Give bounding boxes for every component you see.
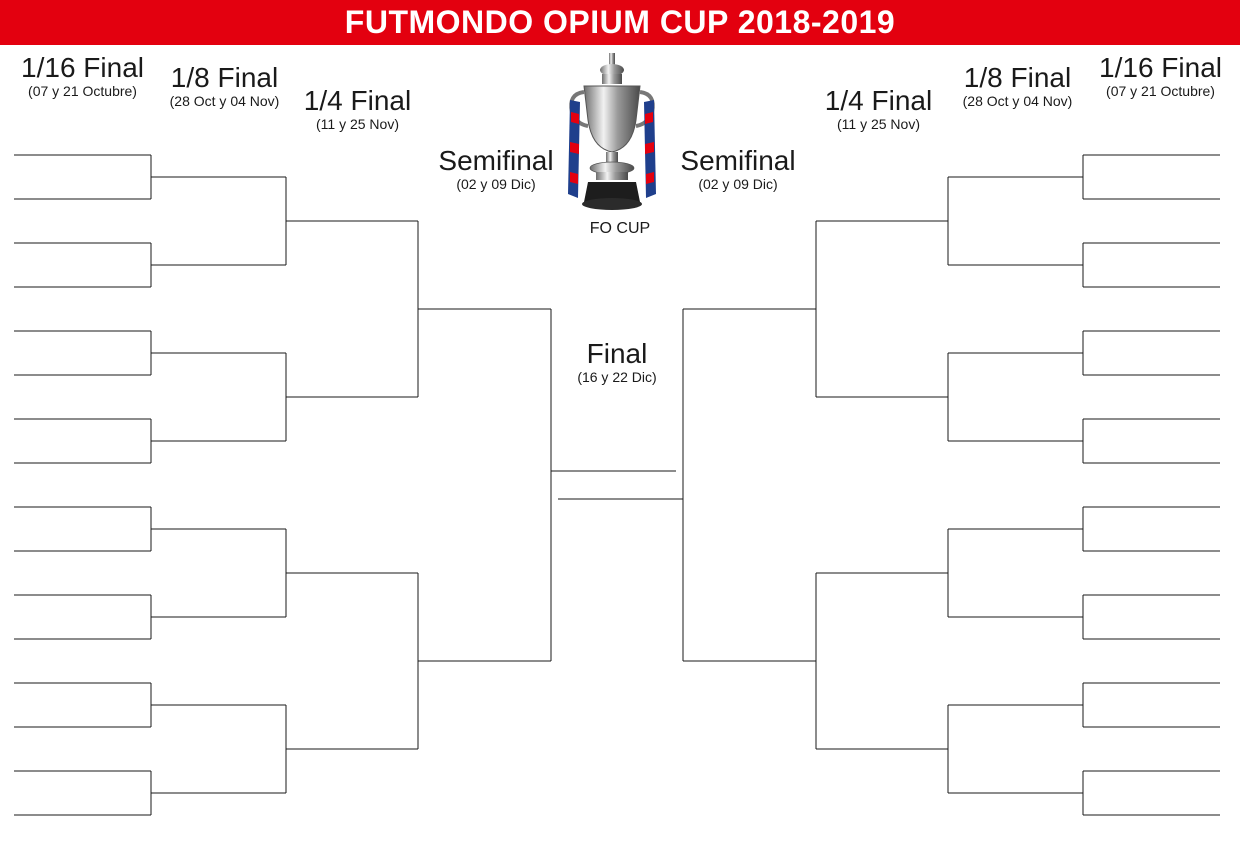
bracket (14, 154, 1220, 816)
